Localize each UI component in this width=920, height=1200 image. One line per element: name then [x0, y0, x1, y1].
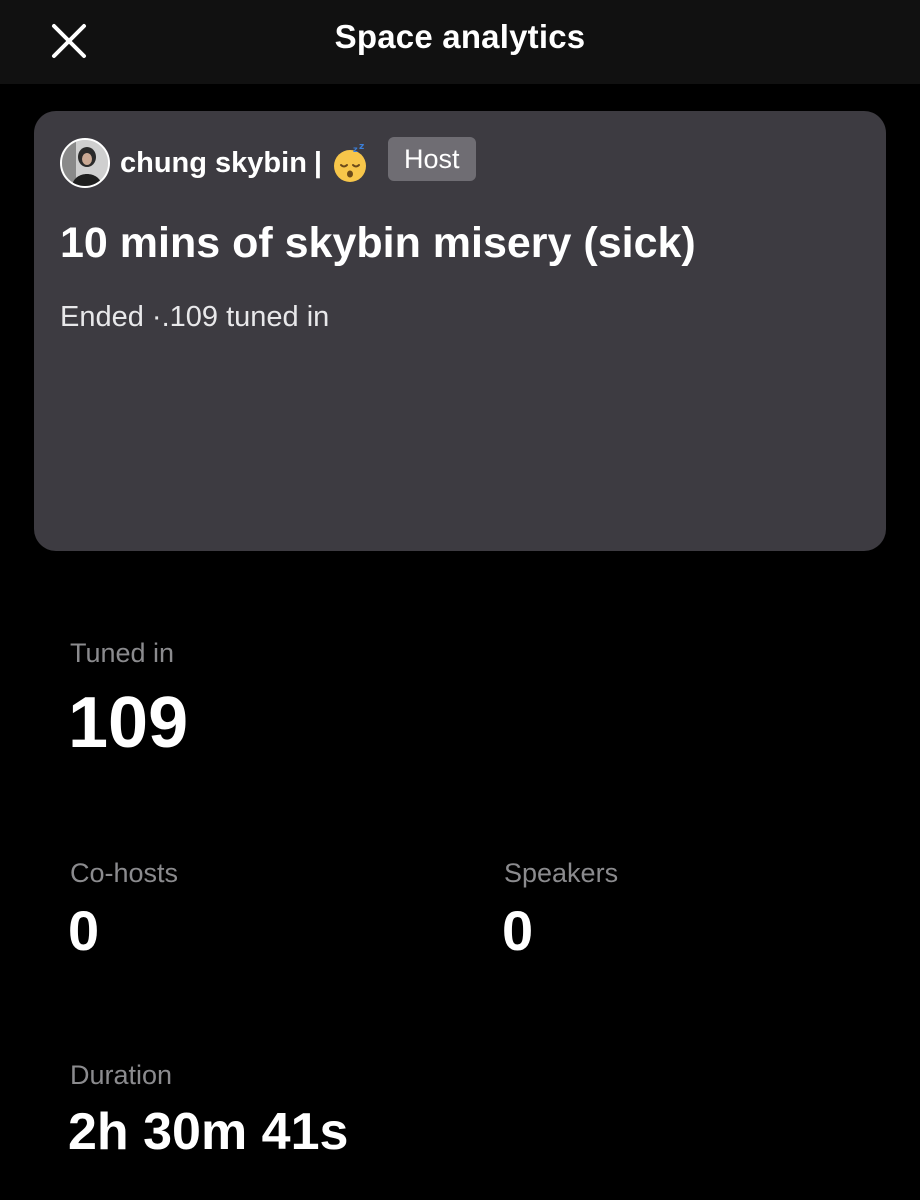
top-bar: Space analytics	[0, 0, 920, 84]
cohosts-value: 0	[68, 899, 100, 962]
tuned-in-label: Tuned in	[70, 638, 175, 668]
host-row: chung skybin | z z Host	[60, 137, 476, 189]
speakers-label: Speakers	[504, 858, 619, 888]
space-card[interactable]: chung skybin | z z Host 10 mins of skybi…	[34, 111, 886, 551]
host-name-separator: |	[313, 146, 323, 179]
cohosts-label: Co-hosts	[70, 858, 179, 888]
duration-label: Duration	[70, 1060, 173, 1090]
sleeping-face-icon: z z	[330, 143, 370, 183]
space-title: 10 mins of skybin misery (sick)	[60, 219, 696, 267]
space-status: Ended ·.109 tuned in	[60, 301, 330, 333]
svg-text:z: z	[353, 145, 358, 154]
host-badge: Host	[388, 137, 476, 181]
speakers-value: 0	[502, 899, 534, 962]
avatar[interactable]	[60, 138, 110, 188]
host-name: chung skybin	[120, 146, 307, 179]
duration-value: 2h 30m 41s	[68, 1103, 349, 1161]
page-title: Space analytics	[334, 18, 586, 55]
svg-text:z: z	[359, 143, 364, 152]
tuned-in-value: 109	[68, 683, 189, 763]
